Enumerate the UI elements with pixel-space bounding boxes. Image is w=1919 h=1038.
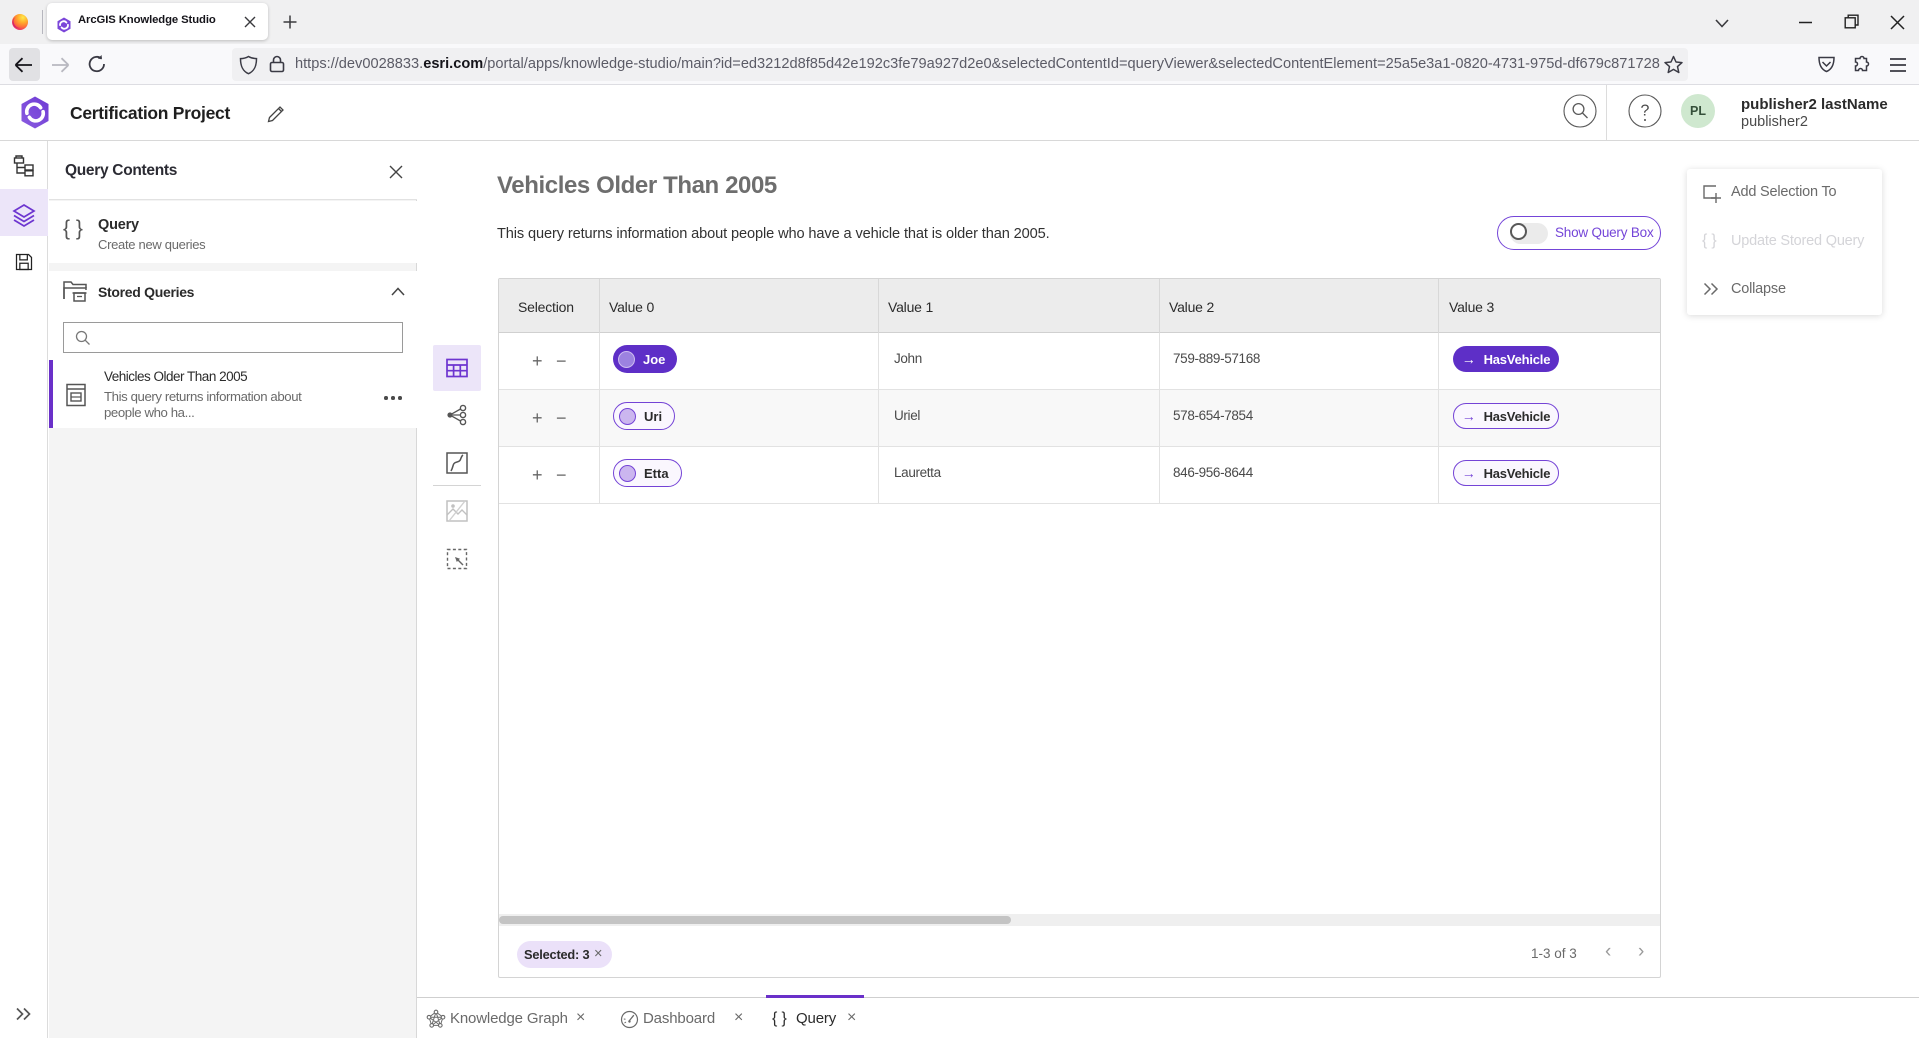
svg-text:?: ? <box>1641 103 1650 120</box>
